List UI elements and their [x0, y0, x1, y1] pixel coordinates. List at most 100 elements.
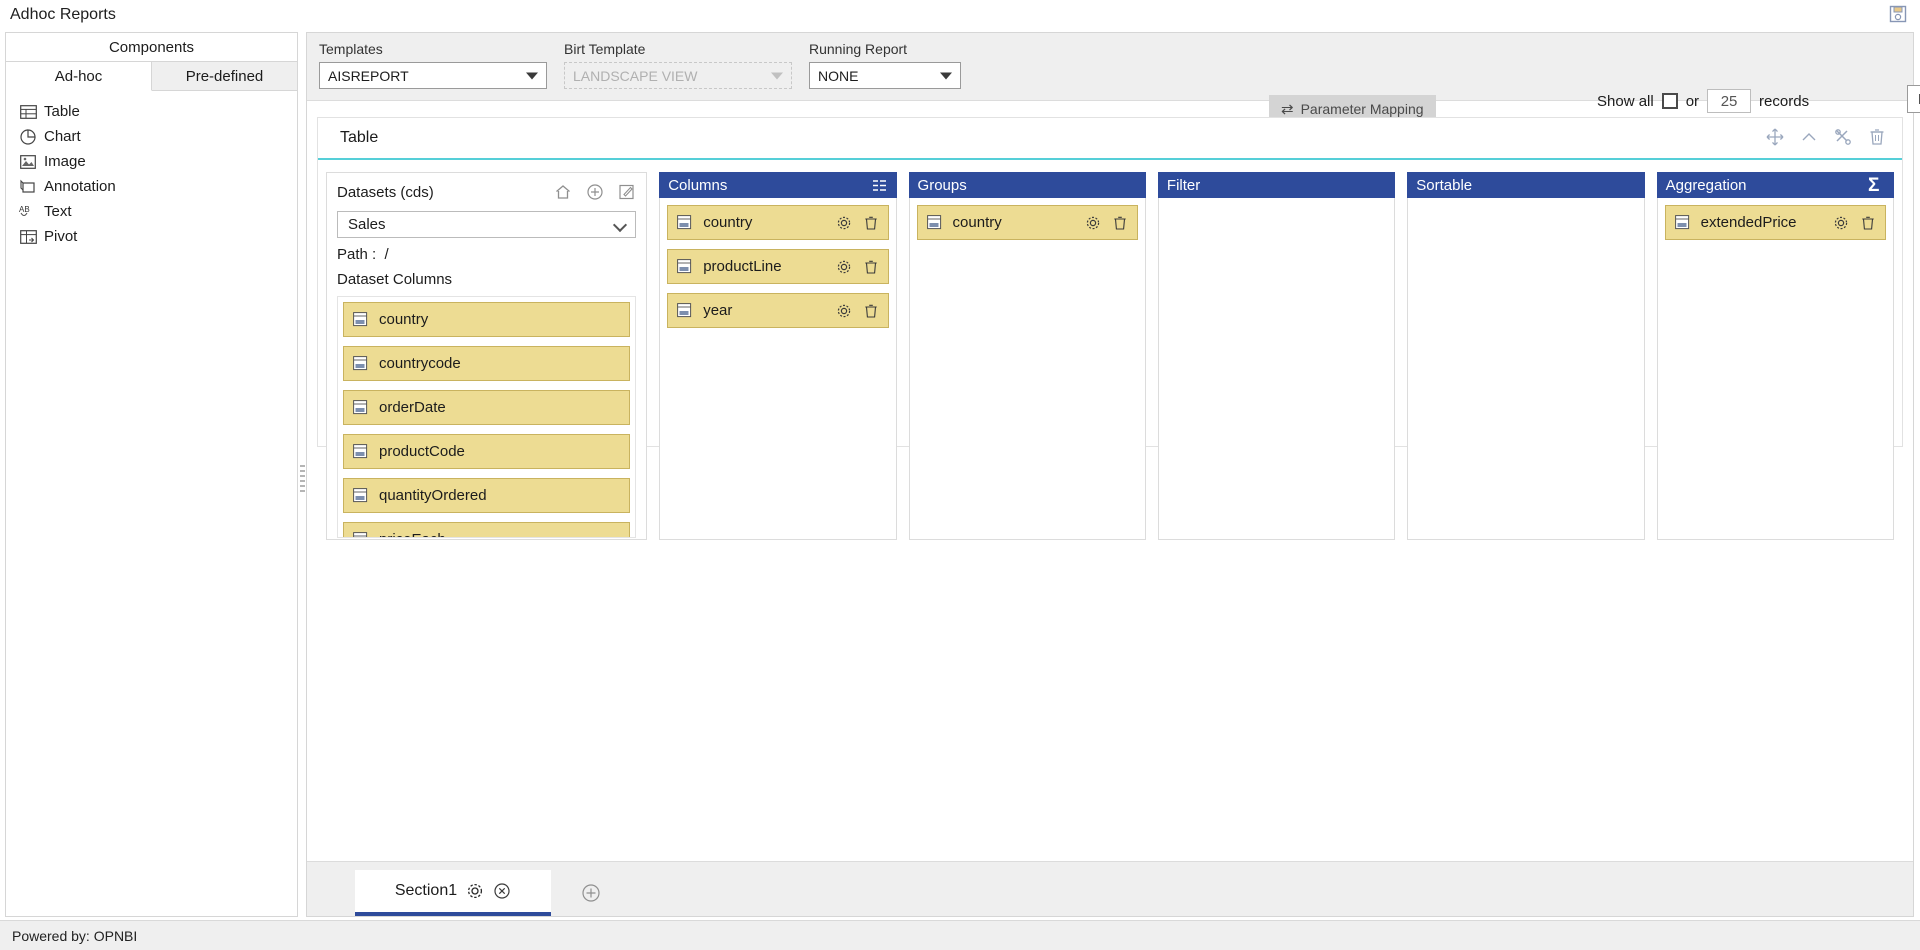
pie-chart-icon: [18, 128, 38, 145]
section-tab-section1[interactable]: Section1: [355, 870, 551, 916]
tab-adhoc[interactable]: Ad-hoc: [6, 62, 152, 91]
swap-arrows-icon: ⇄: [1281, 100, 1294, 118]
panel-splitter-handle[interactable]: [298, 460, 306, 500]
sortable-panel-body[interactable]: [1407, 198, 1645, 540]
collapse-chevron-up-icon[interactable]: [1800, 128, 1818, 146]
edit-pencil-icon[interactable]: [618, 183, 636, 201]
section-tab-label: Section1: [394, 882, 458, 899]
filter-panel-body[interactable]: [1157, 198, 1396, 540]
columns-chip[interactable]: productLine: [667, 249, 889, 284]
filter-panel-title: Filter: [1166, 176, 1201, 194]
running-report-label: Running Report: [809, 41, 908, 57]
delete-trash-icon[interactable]: [1112, 215, 1128, 231]
dataset-columns-label: Dataset Columns: [337, 271, 453, 288]
add-section-icon[interactable]: [581, 883, 601, 903]
delete-trash-icon[interactable]: [1860, 215, 1876, 231]
footer-bar: Powered by: OPNBI: [0, 920, 1920, 950]
gear-icon[interactable]: [836, 215, 852, 231]
templates-select[interactable]: AISREPORT: [319, 62, 547, 89]
gear-icon[interactable]: [466, 882, 484, 900]
settings-tools-icon[interactable]: [1834, 128, 1852, 146]
show-all-group: Show all or records: [1597, 89, 1809, 113]
gear-icon[interactable]: [1833, 215, 1849, 231]
aggregation-panel-body[interactable]: extendedPrice: [1656, 198, 1894, 540]
column-field-icon: [353, 488, 370, 503]
gear-icon[interactable]: [1085, 215, 1101, 231]
chevron-down-icon: [771, 72, 783, 79]
component-item-table[interactable]: Table: [18, 99, 297, 124]
dataset-column-label: orderDate: [379, 399, 446, 416]
table-card-title: Table: [340, 129, 379, 146]
dataset-column-chip[interactable]: priceEach: [343, 522, 631, 537]
dataset-column-chip[interactable]: quantityOrdered: [343, 478, 631, 513]
columns-panel-body[interactable]: country productLine year: [659, 198, 897, 540]
columns-chip-label: year: [703, 302, 733, 319]
svg-text:AB: AB: [19, 205, 30, 214]
components-panel: Components Ad-hoc Pre-defined Table Char…: [5, 32, 298, 917]
component-item-chart[interactable]: Chart: [18, 124, 297, 149]
delete-trash-icon[interactable]: [863, 303, 879, 319]
component-item-text[interactable]: AB Text: [18, 199, 297, 224]
table-card-tools: [1766, 128, 1886, 146]
dataset-path-label: Path :: [337, 246, 377, 263]
datasets-panel: Datasets (cds) Sales Path: / Dataset Co…: [326, 172, 648, 540]
dataset-column-chip[interactable]: orderDate: [343, 390, 631, 425]
column-field-icon: [353, 356, 370, 371]
columns-chip-label: country: [703, 214, 753, 231]
chevron-down-icon: [940, 72, 952, 79]
table-component-card: Table Datasets (cds) Sales Path: / Data…: [317, 117, 1903, 540]
groups-chip[interactable]: country: [916, 205, 1138, 240]
dataset-column-chip[interactable]: countrycode: [343, 346, 631, 381]
component-item-pivot[interactable]: Pivot: [18, 224, 297, 249]
delete-trash-icon[interactable]: [863, 215, 879, 231]
columns-chip[interactable]: country: [667, 205, 889, 240]
filter-drop-panel: Filter: [1157, 172, 1396, 540]
dataset-column-chip[interactable]: productCode: [343, 434, 631, 469]
show-all-checkbox[interactable]: [1661, 93, 1678, 109]
dataset-column-label: countrycode: [379, 355, 461, 372]
birt-template-value: LANDSCAPE VIEW: [573, 67, 698, 84]
page-title: Adhoc Reports: [10, 6, 116, 23]
powered-by-label: Powered by: OPNBI: [12, 927, 138, 944]
dataset-column-chip[interactable]: country: [343, 302, 631, 337]
component-item-annotation[interactable]: Annotation: [18, 174, 297, 199]
dataset-select[interactable]: Sales: [337, 211, 637, 238]
component-item-image[interactable]: Image: [18, 149, 297, 174]
birt-template-group: Birt Template LANDSCAPE VIEW: [564, 41, 792, 89]
gear-icon[interactable]: [836, 303, 852, 319]
columns-chip-label: productLine: [703, 258, 782, 275]
move-icon[interactable]: [1766, 128, 1784, 146]
image-icon: [18, 154, 38, 170]
table-icon: [18, 104, 38, 120]
records-input[interactable]: [1707, 89, 1752, 113]
list-lines-icon[interactable]: [871, 177, 888, 194]
running-report-select[interactable]: NONE: [809, 62, 961, 89]
dataset-selected-value: Sales: [348, 216, 386, 233]
gear-icon[interactable]: [836, 259, 852, 275]
dataset-column-label: productCode: [379, 443, 465, 460]
templates-value: AISREPORT: [328, 67, 409, 84]
parameter-mapping-label: Parameter Mapping: [1300, 100, 1424, 117]
groups-panel-body[interactable]: country: [908, 198, 1146, 540]
table-card-header: Table: [318, 118, 1902, 160]
aggregation-chip[interactable]: extendedPrice: [1664, 205, 1886, 240]
grip-dots-icon: [299, 465, 305, 495]
delete-trash-icon[interactable]: [1868, 128, 1886, 146]
component-tabs: Ad-hoc Pre-defined: [6, 62, 297, 91]
save-floppy-icon[interactable]: [1888, 4, 1908, 24]
aggregation-chip-label: extendedPrice: [1700, 214, 1797, 231]
tab-pre-defined[interactable]: Pre-defined: [152, 62, 297, 91]
add-circle-icon[interactable]: [586, 183, 604, 201]
close-circle-icon[interactable]: [493, 882, 511, 900]
column-field-icon: [1674, 215, 1692, 230]
output-format-select[interactable]: HTML: [1907, 85, 1920, 113]
dataset-columns-list[interactable]: country countrycode orderDate productCod…: [337, 296, 637, 538]
datasets-header: Datasets (cds): [337, 179, 636, 205]
columns-chip[interactable]: year: [667, 293, 889, 328]
sigma-icon[interactable]: Σ: [1868, 176, 1885, 195]
column-field-icon: [677, 303, 694, 318]
sortable-panel-title: Sortable: [1416, 176, 1473, 194]
delete-trash-icon[interactable]: [863, 259, 879, 275]
home-icon[interactable]: [554, 183, 572, 201]
or-label: or: [1685, 92, 1700, 110]
